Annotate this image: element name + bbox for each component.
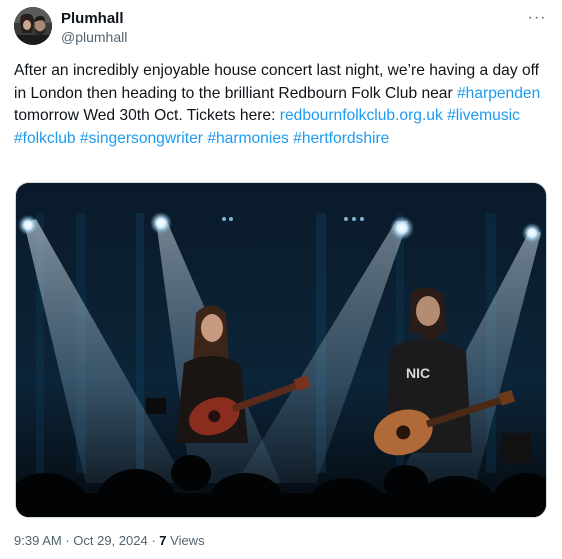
meta-separator: ·: [61, 533, 74, 548]
views-count: 7: [159, 533, 167, 548]
url-link[interactable]: redbournfolkclub.org.uk: [280, 107, 443, 124]
views-label: Views: [166, 533, 205, 548]
tweet-meta: 9:39 AM · Oct 29, 2024 · 7 Views: [14, 533, 205, 548]
hashtag-link[interactable]: #folkclub: [14, 130, 76, 147]
svg-text:NIC: NIC: [406, 365, 430, 381]
hashtag-link[interactable]: #harmonies: [207, 130, 288, 147]
tweet-media[interactable]: NIC: [15, 182, 547, 518]
hashtag-link[interactable]: #hertfordshire: [293, 130, 389, 147]
concert-photo: NIC: [16, 183, 546, 517]
tweet: Plumhall @plumhall ··· After an incredib…: [0, 0, 562, 559]
author-name[interactable]: Plumhall: [61, 10, 124, 27]
more-options-button[interactable]: ···: [522, 8, 552, 28]
author-handle[interactable]: @plumhall: [61, 29, 127, 45]
ellipsis-icon: ···: [527, 9, 547, 26]
hashtag-link[interactable]: #singersongwriter: [80, 130, 203, 147]
tweet-text-segment: tomorrow Wed 30th Oct. Tickets here:: [14, 107, 280, 125]
tweet-time[interactable]: 9:39 AM: [14, 533, 62, 548]
tweet-date[interactable]: Oct 29, 2024: [73, 533, 147, 548]
hashtag-link[interactable]: #livemusic: [447, 107, 520, 124]
meta-separator-2: ·: [147, 533, 160, 548]
avatar[interactable]: [14, 7, 52, 45]
hashtag-link[interactable]: #harpenden: [457, 85, 540, 102]
tweet-text: After an incredibly enjoyable house conc…: [14, 60, 544, 151]
